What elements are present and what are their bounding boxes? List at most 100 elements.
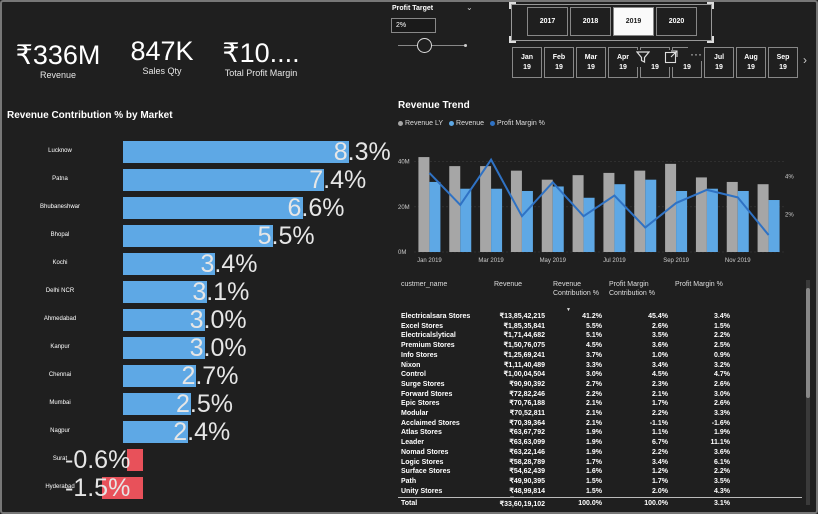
year-button-2017[interactable]: 2017 [527,7,568,36]
chevron-down-icon[interactable]: ⌄ [466,3,473,12]
table-body: Electricalsara Stores ₹13,85,42,215 41.2% 4… [398,278,802,497]
table-row[interactable]: Unity Stores ₹48,99,814 1.5% 2.0% 4.3% [398,487,802,497]
table-cell: 1.1% [652,429,668,437]
kpi-revenue: ₹336M Revenue [12,40,104,80]
legend-item[interactable]: Revenue [449,120,484,127]
bar-category-label: Patna [52,176,68,182]
table-row[interactable]: Atlas Stores ₹63,67,792 1.9% 1.1% 1.9% [398,428,802,438]
selection-corner [509,2,516,9]
month-button-jan[interactable]: Jan 19 [512,47,542,78]
table-cell: Modular [401,410,429,417]
table-cell: Premium Stores [401,342,455,350]
year-button-2019[interactable]: 2019 [613,7,654,36]
table-cell: ₹1,00,04,504 [503,371,545,379]
table-row[interactable]: Acclaimed Stores ₹70,39,364 2.1% -1.1% -1.6% [398,419,802,429]
kpi-sales-qty-label: Sales Qty [142,66,182,76]
year-button-2020[interactable]: 2020 [656,7,697,36]
bar-category-label: Kanpur [50,344,70,350]
table-row[interactable]: Nomad Stores ₹63,22,146 1.9% 2.2% 3.6% [398,448,802,458]
table-cell: 11.1% [710,439,730,447]
table-cell: Nomad Stores [401,448,449,456]
table-row[interactable]: Modular ₹70,52,811 2.1% 2.2% 3.3% [398,409,802,419]
legend-item[interactable]: Revenue LY [398,120,443,127]
table-cell: ₹1,85,35,841 [503,322,545,330]
bar-data-label: 3.1% [192,278,250,306]
month-label: Sep [776,54,790,61]
bar-data-label: 2.7% [181,362,239,390]
year-button-2018[interactable]: 2018 [570,7,611,36]
table-row[interactable]: Forward Stores ₹72,82,246 2.2% 2.1% 3.0% [398,390,802,400]
table-cell: 2.6% [652,322,668,330]
total-label: Total [401,500,418,507]
table-cell: ₹58,28,789 [509,458,545,466]
table-cell: ₹70,76,188 [509,400,545,408]
table-cell: 4.7% [714,371,730,379]
month-button-jul[interactable]: Jul 19 [704,47,734,78]
table-cell: 6.7% [652,439,668,447]
month-label: Jan [520,54,534,61]
table-scrollbar-thumb[interactable] [806,288,810,398]
table-row[interactable]: Info Stores ₹1,25,69,241 3.7% 1.0% 0.9% [398,351,802,361]
month-button-aug[interactable]: Aug 19 [736,47,766,78]
legend-item[interactable]: Profit Margin % [490,120,545,127]
table-cell: 2.1% [586,419,602,427]
bar-data-label: 5.5% [257,222,315,250]
table-cell: ₹72,82,246 [509,390,545,398]
profit-target-slider-track[interactable] [398,45,466,46]
table-cell: 1.5% [586,477,602,485]
table-row[interactable]: Premium Stores ₹1,50,76,075 4.5% 3.6% 2.5% [398,341,802,351]
table-cell: 1.2% [652,468,668,476]
table-cell: 2.3% [652,380,668,388]
table-cell: Leader [401,439,424,447]
table-row[interactable]: Nixon ₹1,11,40,489 3.3% 3.4% 3.2% [398,361,802,371]
table-row[interactable]: Surface Stores ₹54,62,439 1.6% 1.2% 2.2% [398,467,802,477]
more-options-icon[interactable]: ··· [688,47,704,61]
month-button-apr[interactable]: Apr 19 [608,47,638,78]
table-cell: ₹1,25,69,241 [503,351,545,359]
bar-data-label: 3.4% [200,250,258,278]
filter-icon[interactable] [635,50,651,67]
table-cell: 3.4% [652,361,668,369]
legend-dot [449,120,455,126]
contribution-chart-title: Revenue Contribution % by Market [7,110,173,121]
table-cell: 3.4% [652,458,668,466]
profit-target-input[interactable]: 2% [391,18,436,33]
profit-target-slider-handle[interactable] [417,38,432,53]
month-label: Apr [616,54,630,61]
table-row[interactable]: Excel Stores ₹1,85,35,841 5.5% 2.6% 1.5% [398,322,802,332]
bar[interactable] [123,225,273,247]
month-year: 19 [779,64,787,71]
table-cell: 3.4% [714,313,730,320]
bar[interactable] [123,169,325,191]
bar[interactable] [123,141,349,163]
table-cell: 6.1% [714,458,730,466]
profit-target-slider-end [464,44,467,47]
chevron-right-icon[interactable]: › [803,53,807,67]
table-cell: Surge Stores [401,380,445,388]
table-total-row: Total ₹33,60,19,102 100.0% 100.0% 3.1% [398,497,802,509]
table-row[interactable]: Electricalsara Stores ₹13,85,42,215 41.2% 4… [398,312,802,322]
table-cell: 45.4% [648,313,668,320]
table-cell: Surface Stores [401,468,451,476]
bar-category-label: Bhopal [50,232,70,238]
table-row[interactable]: Logic Stores ₹58,28,789 1.7% 3.4% 6.1% [398,458,802,468]
bar-category-label: Kochi [52,260,68,266]
table-row[interactable]: Epic Stores ₹70,76,188 2.1% 1.7% 2.6% [398,399,802,409]
kpi-revenue-value: ₹336M [15,40,101,70]
table-cell: 0.9% [714,351,730,359]
bar[interactable] [123,197,303,219]
focus-mode-icon[interactable] [664,50,678,67]
table-row[interactable]: Electricalslytical ₹1,71,44,682 5.1% 3.5% 2.… [398,331,802,341]
table-row[interactable]: Leader ₹63,63,099 1.9% 6.7% 11.1% [398,438,802,448]
table-cell: 3.5% [714,477,730,485]
month-button-sep[interactable]: Sep 19 [768,47,798,78]
month-button-mar[interactable]: Mar 19 [576,47,606,78]
table-cell: ₹90,90,392 [509,380,545,388]
month-button-feb[interactable]: Feb 19 [544,47,574,78]
table-cell: ₹13,85,42,215 [499,313,545,320]
table-row[interactable]: Surge Stores ₹90,90,392 2.7% 2.3% 2.6% [398,380,802,390]
table-cell: 2.5% [714,342,730,350]
table-cell: 2.2% [714,468,730,476]
table-row[interactable]: Path ₹49,90,395 1.5% 1.7% 3.5% [398,477,802,487]
table-row[interactable]: Control ₹1,00,04,504 3.0% 4.5% 4.7% [398,370,802,380]
